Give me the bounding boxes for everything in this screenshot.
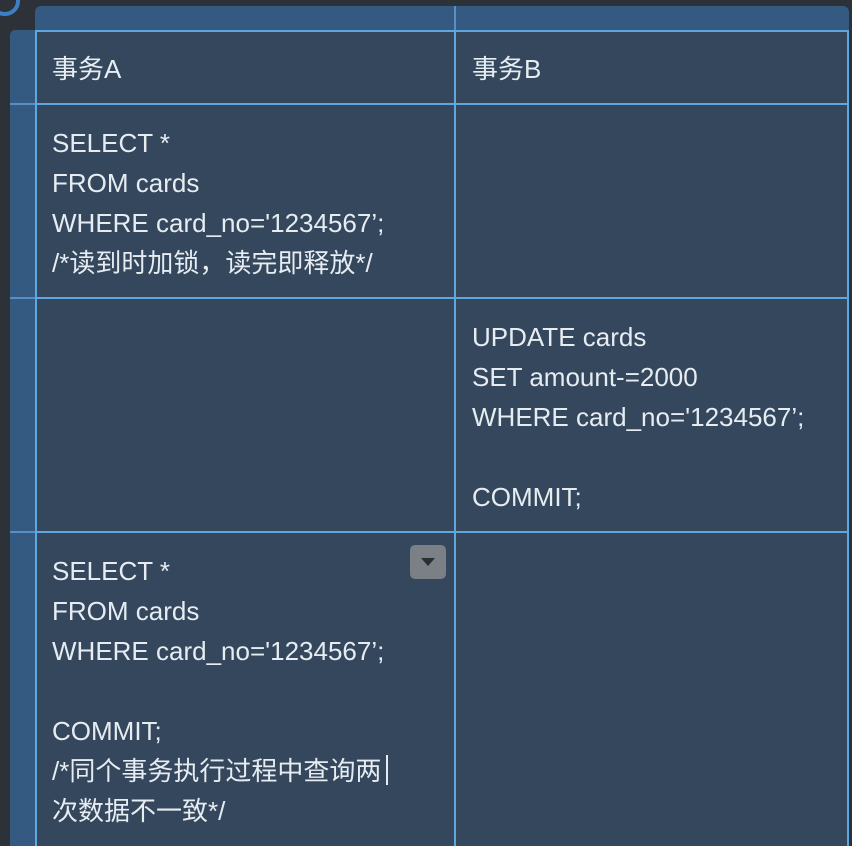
chevron-down-icon — [421, 558, 435, 566]
header-cell-transaction-b[interactable]: 事务B — [472, 49, 541, 89]
grid-line — [35, 30, 37, 846]
row-gutter-divider — [10, 103, 35, 105]
grid-line — [35, 30, 849, 32]
header-cell-transaction-a[interactable]: 事务A — [52, 49, 121, 89]
cell-row3-transaction-a[interactable]: SELECT * FROM cards WHERE card_no='12345… — [52, 551, 384, 831]
grid-line — [35, 531, 849, 533]
cell-menu-button[interactable] — [410, 545, 446, 579]
column-header-bar[interactable] — [35, 6, 849, 31]
cell-row1-transaction-a[interactable]: SELECT * FROM cards WHERE card_no='12345… — [52, 123, 384, 283]
cell-row2-transaction-b[interactable]: UPDATE cards SET amount-=2000 WHERE card… — [472, 317, 804, 517]
grid-line — [847, 30, 849, 846]
row-gutter-divider — [10, 531, 35, 533]
table-select-handle[interactable] — [0, 0, 20, 16]
grid-line — [35, 297, 849, 299]
text-caret — [386, 755, 388, 785]
grid-line — [454, 30, 456, 846]
row-gutter[interactable] — [10, 30, 35, 846]
column-divider[interactable] — [454, 6, 456, 31]
grid-line — [35, 103, 849, 105]
row-gutter-divider — [10, 297, 35, 299]
transaction-table: 事务A 事务B SELECT * FROM cards WHERE card_n… — [35, 30, 849, 846]
